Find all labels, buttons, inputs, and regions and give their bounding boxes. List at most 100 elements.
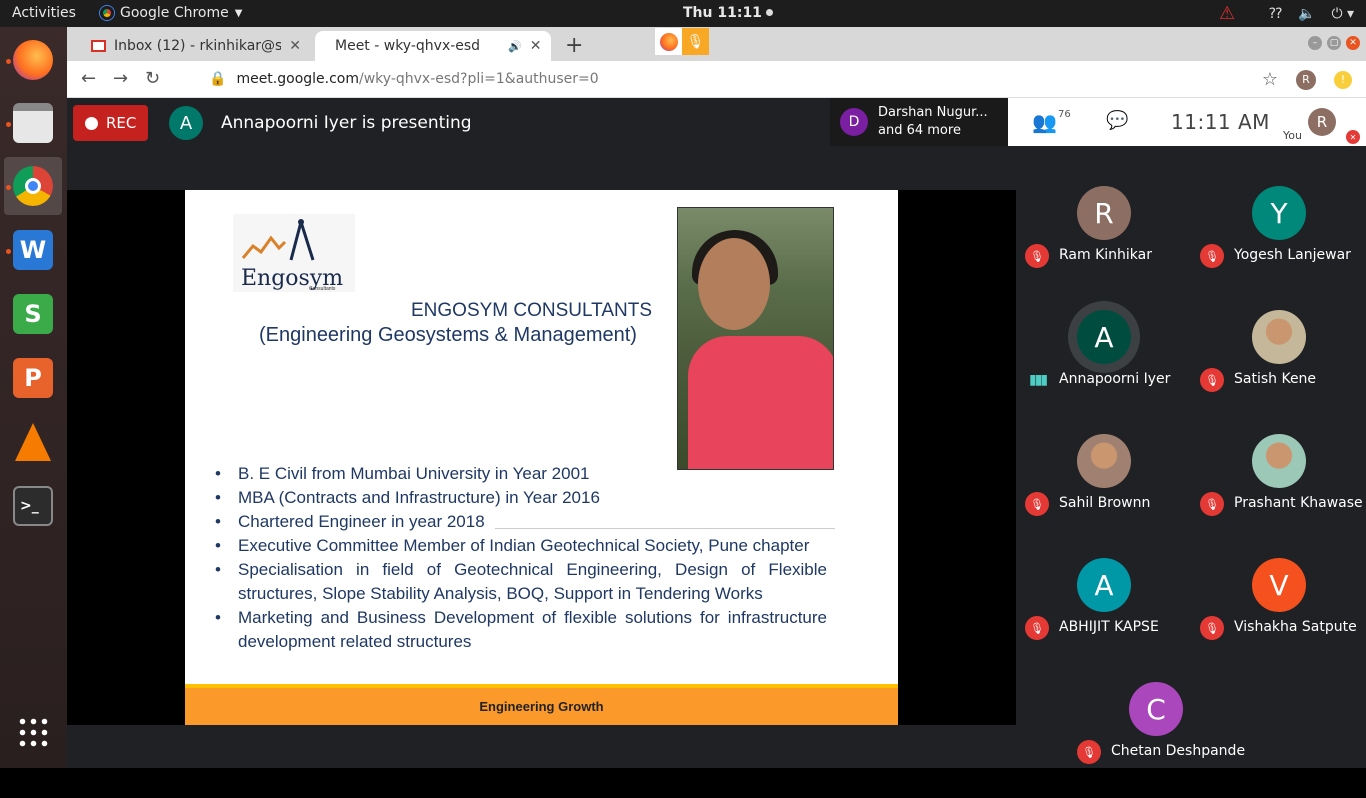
gmail-icon bbox=[91, 40, 107, 52]
firefox-badge-icon bbox=[655, 28, 682, 55]
tab-strip: Inbox (12) - rkinhikar@stv ✕ Meet - wky-… bbox=[67, 27, 1366, 61]
address-bar[interactable]: 🔒 meet.google.com/wky-qhvx-esd?pli=1&auth… bbox=[209, 71, 599, 87]
participant-avatar: Y bbox=[1252, 186, 1306, 240]
self-avatar[interactable]: R bbox=[1308, 108, 1336, 136]
participant-tile[interactable]: 🎙 Prashant Khawase bbox=[1192, 426, 1366, 550]
tab-close-icon[interactable]: ✕ bbox=[289, 38, 301, 54]
shared-slide: Engosym Consultants ENGOSYM CONSULTANTS … bbox=[185, 190, 898, 725]
participant-photo bbox=[1252, 310, 1306, 364]
tab-label: Inbox (12) - rkinhikar@stv bbox=[114, 38, 282, 54]
vlc-icon bbox=[13, 422, 53, 462]
recording-indicator[interactable]: REC bbox=[73, 105, 149, 141]
people-icon[interactable]: 👥 bbox=[1032, 110, 1057, 134]
dock-files[interactable] bbox=[4, 94, 62, 152]
profile-avatar[interactable]: R bbox=[1296, 69, 1316, 90]
company-logo: Engosym Consultants bbox=[233, 214, 355, 292]
microphone-badge-icon: 🎙 bbox=[682, 28, 709, 55]
back-icon[interactable]: ← bbox=[81, 68, 96, 89]
new-tab-button[interactable]: + bbox=[565, 33, 583, 58]
mic-off-icon: 🎙 bbox=[1025, 492, 1049, 516]
tab-close-icon[interactable]: ✕ bbox=[530, 38, 542, 54]
photo-body bbox=[688, 336, 833, 469]
photo-face bbox=[698, 238, 770, 330]
participant-name: Prashant Khawase bbox=[1234, 495, 1363, 511]
list-item: Executive Committee Member of Indian Geo… bbox=[213, 534, 827, 558]
dock-chrome[interactable] bbox=[4, 157, 62, 215]
clock[interactable]: Thu 11:11 bbox=[683, 5, 773, 21]
tab-gmail[interactable]: Inbox (12) - rkinhikar@stv ✕ bbox=[79, 31, 313, 61]
participant-avatar: C bbox=[1129, 682, 1183, 736]
other-participants-chip[interactable]: D Darshan Nugur... and 64 more bbox=[830, 98, 1009, 146]
participant-tile[interactable]: R 🎙 Ram Kinhikar bbox=[1017, 178, 1192, 302]
chrome-small-icon bbox=[100, 6, 114, 20]
toolbar-actions: ☆ R ! bbox=[1262, 69, 1352, 90]
people-count: 76 bbox=[1058, 109, 1071, 120]
participant-name: Chetan Deshpande bbox=[1111, 743, 1246, 759]
running-indicator bbox=[6, 59, 11, 64]
audio-playing-icon[interactable]: 🔊 bbox=[508, 40, 522, 53]
presenter-photo bbox=[677, 207, 834, 470]
list-item: Marketing and Business Development of fl… bbox=[213, 606, 827, 654]
logo-subtext: Consultants bbox=[309, 286, 336, 292]
mic-off-icon: ✕ bbox=[1346, 130, 1360, 144]
volume-muted-icon: 🔈 bbox=[1298, 5, 1316, 22]
dock-vlc[interactable] bbox=[4, 413, 62, 471]
participant-tile[interactable]: V 🎙 Vishakha Satpute bbox=[1192, 550, 1366, 674]
dock-presentation[interactable]: P bbox=[4, 349, 62, 407]
tab-meet[interactable]: Meet - wky-qhvx-esd 🔊 ✕ bbox=[315, 31, 551, 61]
meet-app: REC A Annapoorni Iyer is presenting D Da… bbox=[67, 98, 1366, 768]
other-participants-name: Darshan Nugur... bbox=[878, 105, 988, 120]
participant-tile[interactable]: A 🎙 ABHIJIT KAPSE bbox=[1017, 550, 1192, 674]
dock-firefox[interactable] bbox=[4, 31, 62, 89]
dock-spreadsheet[interactable]: S bbox=[4, 285, 62, 343]
participant-tile[interactable]: 🎙 Satish Kene bbox=[1192, 302, 1366, 426]
browser-toolbar: ← → ↻ 🔒 meet.google.com/wky-qhvx-esd?pli=… bbox=[67, 61, 1366, 98]
participant-tile[interactable]: 🎙 Sahil Brownn bbox=[1017, 426, 1192, 550]
sharing-indicator[interactable]: 🎙 bbox=[655, 28, 709, 55]
system-tray[interactable]: ⚠ ⁇ 🔈 ⏻ ▾ bbox=[1219, 3, 1354, 24]
notification-dot-icon bbox=[765, 9, 773, 16]
url-host: meet.google.com bbox=[236, 71, 359, 87]
vlc-cone-icon bbox=[15, 423, 51, 461]
gnome-top-bar: Activities Google Chrome ▼ Thu 11:11 ⚠ ⁇… bbox=[0, 0, 1366, 27]
network-icon: ⁇ bbox=[1269, 5, 1282, 22]
participant-photo bbox=[1252, 434, 1306, 488]
mic-off-icon: 🎙 bbox=[1200, 244, 1224, 268]
participant-tile[interactable]: A ▮▮▮ Annapoorni Iyer bbox=[1017, 301, 1192, 426]
spreadsheet-icon: S bbox=[13, 294, 53, 334]
presentation-stage: REC A Annapoorni Iyer is presenting D Da… bbox=[67, 98, 1016, 768]
bookmark-star-icon[interactable]: ☆ bbox=[1262, 69, 1278, 90]
participant-tile[interactable]: Y 🎙 Yogesh Lanjewar bbox=[1192, 178, 1366, 302]
dock: W S P >_ bbox=[0, 27, 67, 768]
mic-off-icon: 🎙 bbox=[1025, 244, 1049, 268]
forward-icon[interactable]: → bbox=[113, 68, 128, 89]
slide-footer: Engineering Growth bbox=[185, 684, 898, 725]
maximize-icon[interactable]: ▢ bbox=[1327, 36, 1341, 50]
activities-button[interactable]: Activities bbox=[12, 5, 76, 21]
company-subtitle: (Engineering Geosystems & Management) bbox=[259, 324, 637, 346]
app-menu-label: Google Chrome bbox=[120, 5, 229, 21]
chat-icon[interactable]: 💬 bbox=[1106, 110, 1128, 131]
writer-icon: W bbox=[13, 230, 53, 270]
app-menu[interactable]: Google Chrome ▼ bbox=[100, 5, 242, 21]
minimize-icon[interactable]: – bbox=[1308, 36, 1322, 50]
clock-text: Thu 11:11 bbox=[683, 5, 762, 21]
participant-tile[interactable]: C 🎙 Chetan Deshpande bbox=[1069, 674, 1246, 798]
url-path: /wky-qhvx-esd?pli=1&authuser=0 bbox=[359, 71, 599, 87]
participant-photo bbox=[1077, 434, 1131, 488]
record-dot-icon bbox=[85, 116, 98, 130]
dock-show-apps[interactable] bbox=[4, 703, 62, 761]
window-close-icon[interactable]: ✕ bbox=[1346, 36, 1360, 50]
chrome-icon bbox=[13, 166, 53, 206]
mic-off-icon: 🎙 bbox=[1200, 368, 1224, 392]
other-participants-text: Darshan Nugur... and 64 more bbox=[878, 104, 988, 140]
mic-off-icon: 🎙 bbox=[1200, 616, 1224, 640]
dock-terminal[interactable]: >_ bbox=[4, 477, 62, 535]
running-indicator bbox=[6, 122, 11, 127]
list-item: Specialisation in field of Geotechnical … bbox=[213, 558, 827, 606]
dock-writer[interactable]: W bbox=[4, 221, 62, 279]
reload-icon[interactable]: ↻ bbox=[145, 68, 160, 89]
speaking-wave-icon: ▮▮▮ bbox=[1029, 372, 1048, 388]
warning-icon[interactable]: ⚠ bbox=[1219, 3, 1235, 24]
update-alert-icon[interactable]: ! bbox=[1334, 70, 1352, 89]
